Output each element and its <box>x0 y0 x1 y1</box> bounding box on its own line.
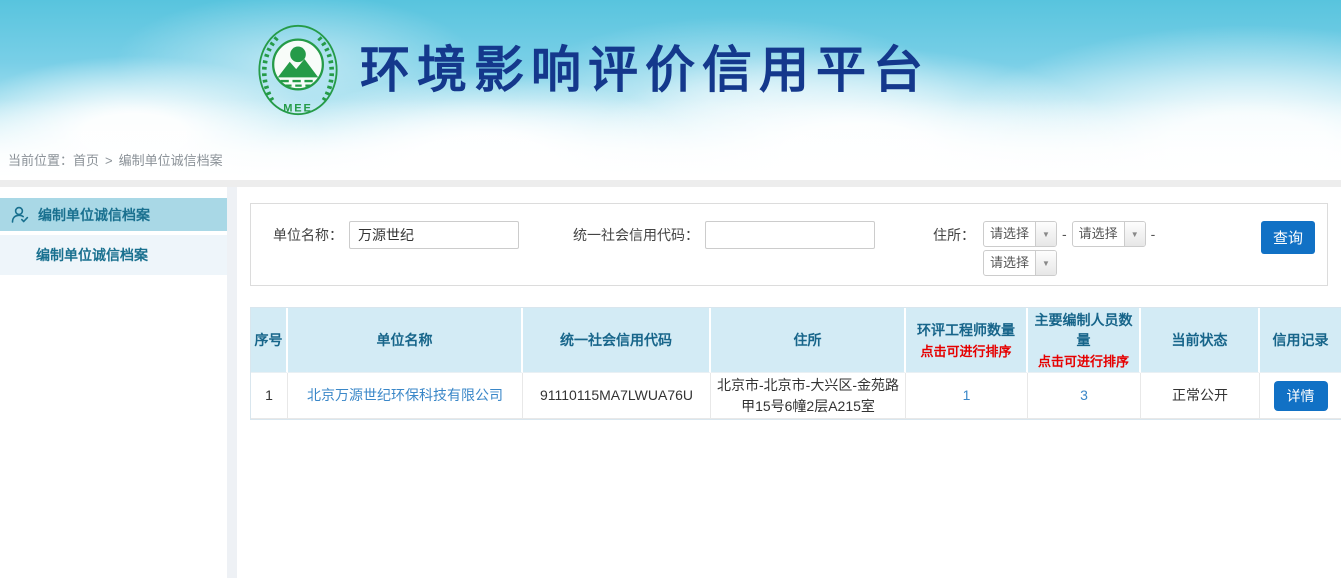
detail-button[interactable]: 详情 <box>1274 381 1328 411</box>
col-unit-name: 单位名称 <box>288 308 523 373</box>
address-line-1: 北京市-北京市-大兴区-金苑路 <box>713 375 903 395</box>
sort-hint: 点击可进行排序 <box>908 341 1024 360</box>
col-engineer-count-label: 环评工程师数量 <box>908 320 1024 340</box>
site-title: 环境影响评价信用平台 <box>360 22 930 118</box>
staff-count-link[interactable]: 3 <box>1080 387 1088 403</box>
breadcrumb-separator: > <box>105 153 113 168</box>
chevron-down-icon[interactable]: ▼ <box>1035 251 1056 275</box>
user-check-icon <box>10 205 30 225</box>
logo-sun <box>290 47 306 63</box>
address-district-value: 请选择 <box>984 251 1035 275</box>
address-selects: 请选择 ▼ - 请选择 ▼ - 请选择 <box>983 221 1160 276</box>
content: 单位名称： 统一社会信用代码： 住所： 请选择 ▼ - <box>250 187 1340 420</box>
header-divider <box>0 180 1341 187</box>
cell-credit-record: 详情 <box>1260 373 1341 419</box>
breadcrumb-prefix: 当前位置： <box>8 153 73 168</box>
address-city-value: 请选择 <box>1073 222 1124 246</box>
chevron-down-icon[interactable]: ▼ <box>1035 222 1056 246</box>
address-line-2: 甲15号6幢2层A215室 <box>713 396 903 416</box>
unit-name-link[interactable]: 北京万源世纪环保科技有限公司 <box>307 387 503 403</box>
col-index: 序号 <box>251 308 288 373</box>
brand: MEE 环境影响评价信用平台 <box>252 22 930 118</box>
cell-unit-name: 北京万源世纪环保科技有限公司 <box>288 373 523 419</box>
address-province-value: 请选择 <box>984 222 1035 246</box>
col-staff-count-label: 主要编制人员数量 <box>1030 310 1137 350</box>
col-status: 当前状态 <box>1141 308 1260 373</box>
mee-logo: MEE <box>252 22 344 118</box>
col-credit-record: 信用记录 <box>1260 308 1341 373</box>
select-dash: - <box>1062 221 1067 247</box>
credit-code-label: 统一社会信用代码： <box>573 221 699 249</box>
logo-mee-text: MEE <box>283 102 312 114</box>
page: MEE 环境影响评价信用平台 当前位置：首页 > 编制单位诚信档案 编制单位诚信档案… <box>0 0 1341 578</box>
select-dash: - <box>1151 221 1156 247</box>
sidebar: 编制单位诚信档案 编制单位诚信档案 <box>0 187 227 275</box>
unit-name-label: 单位名称： <box>273 221 343 249</box>
chevron-down-icon[interactable]: ▼ <box>1124 222 1145 246</box>
sort-hint: 点击可进行排序 <box>1030 351 1137 370</box>
breadcrumb: 当前位置：首页 > 编制单位诚信档案 <box>8 150 223 169</box>
main: 编制单位诚信档案 编制单位诚信档案 单位名称： 统一社会信用代码： 住所： <box>0 187 1341 578</box>
cell-credit-code: 91110115MA7LWUA76U <box>523 373 711 419</box>
sidebar-item-label: 编制单位诚信档案 <box>38 205 150 225</box>
col-staff-count-sortable[interactable]: 主要编制人员数量 点击可进行排序 <box>1028 308 1141 373</box>
sidebar-item-unit-credit-archive[interactable]: 编制单位诚信档案 <box>0 198 227 231</box>
cell-status: 正常公开 <box>1141 373 1260 419</box>
engineer-count-link[interactable]: 1 <box>963 387 971 403</box>
cell-index: 1 <box>251 373 288 419</box>
col-engineer-count-sortable[interactable]: 环评工程师数量 点击可进行排序 <box>906 308 1028 373</box>
search-panel: 单位名称： 统一社会信用代码： 住所： 请选择 ▼ - <box>250 203 1328 286</box>
sidebar-subitem-label: 编制单位诚信档案 <box>36 245 148 265</box>
cell-address: 北京市-北京市-大兴区-金苑路 甲15号6幢2层A215室 <box>711 373 906 419</box>
table-row: 1 北京万源世纪环保科技有限公司 91110115MA7LWUA76U 北京市-… <box>251 373 1341 419</box>
address-label: 住所： <box>933 221 975 249</box>
breadcrumb-current-link[interactable]: 编制单位诚信档案 <box>119 153 223 168</box>
sidebar-subitem-unit-credit-archive[interactable]: 编制单位诚信档案 <box>0 235 227 275</box>
col-credit-code: 统一社会信用代码 <box>523 308 711 373</box>
address-city-select[interactable]: 请选择 ▼ <box>1072 221 1146 247</box>
address-district-select[interactable]: 请选择 ▼ <box>983 250 1057 276</box>
table-header-row: 序号 单位名称 统一社会信用代码 住所 环评工程师数量 点击可进行排序 主要编制… <box>251 308 1341 373</box>
breadcrumb-home-link[interactable]: 首页 <box>73 153 99 168</box>
site-header: MEE 环境影响评价信用平台 当前位置：首页 > 编制单位诚信档案 <box>0 0 1341 180</box>
address-province-select[interactable]: 请选择 ▼ <box>983 221 1057 247</box>
results-table: 序号 单位名称 统一社会信用代码 住所 环评工程师数量 点击可进行排序 主要编制… <box>250 307 1341 420</box>
credit-code-input[interactable] <box>705 221 875 249</box>
cell-engineer-count: 1 <box>906 373 1028 419</box>
cell-staff-count: 3 <box>1028 373 1141 419</box>
unit-name-input[interactable] <box>349 221 519 249</box>
query-button[interactable]: 查询 <box>1261 221 1315 254</box>
sidebar-content-divider <box>227 187 237 578</box>
search-form-row: 单位名称： 统一社会信用代码： 住所： 请选择 ▼ - <box>251 221 1327 276</box>
col-address: 住所 <box>711 308 906 373</box>
